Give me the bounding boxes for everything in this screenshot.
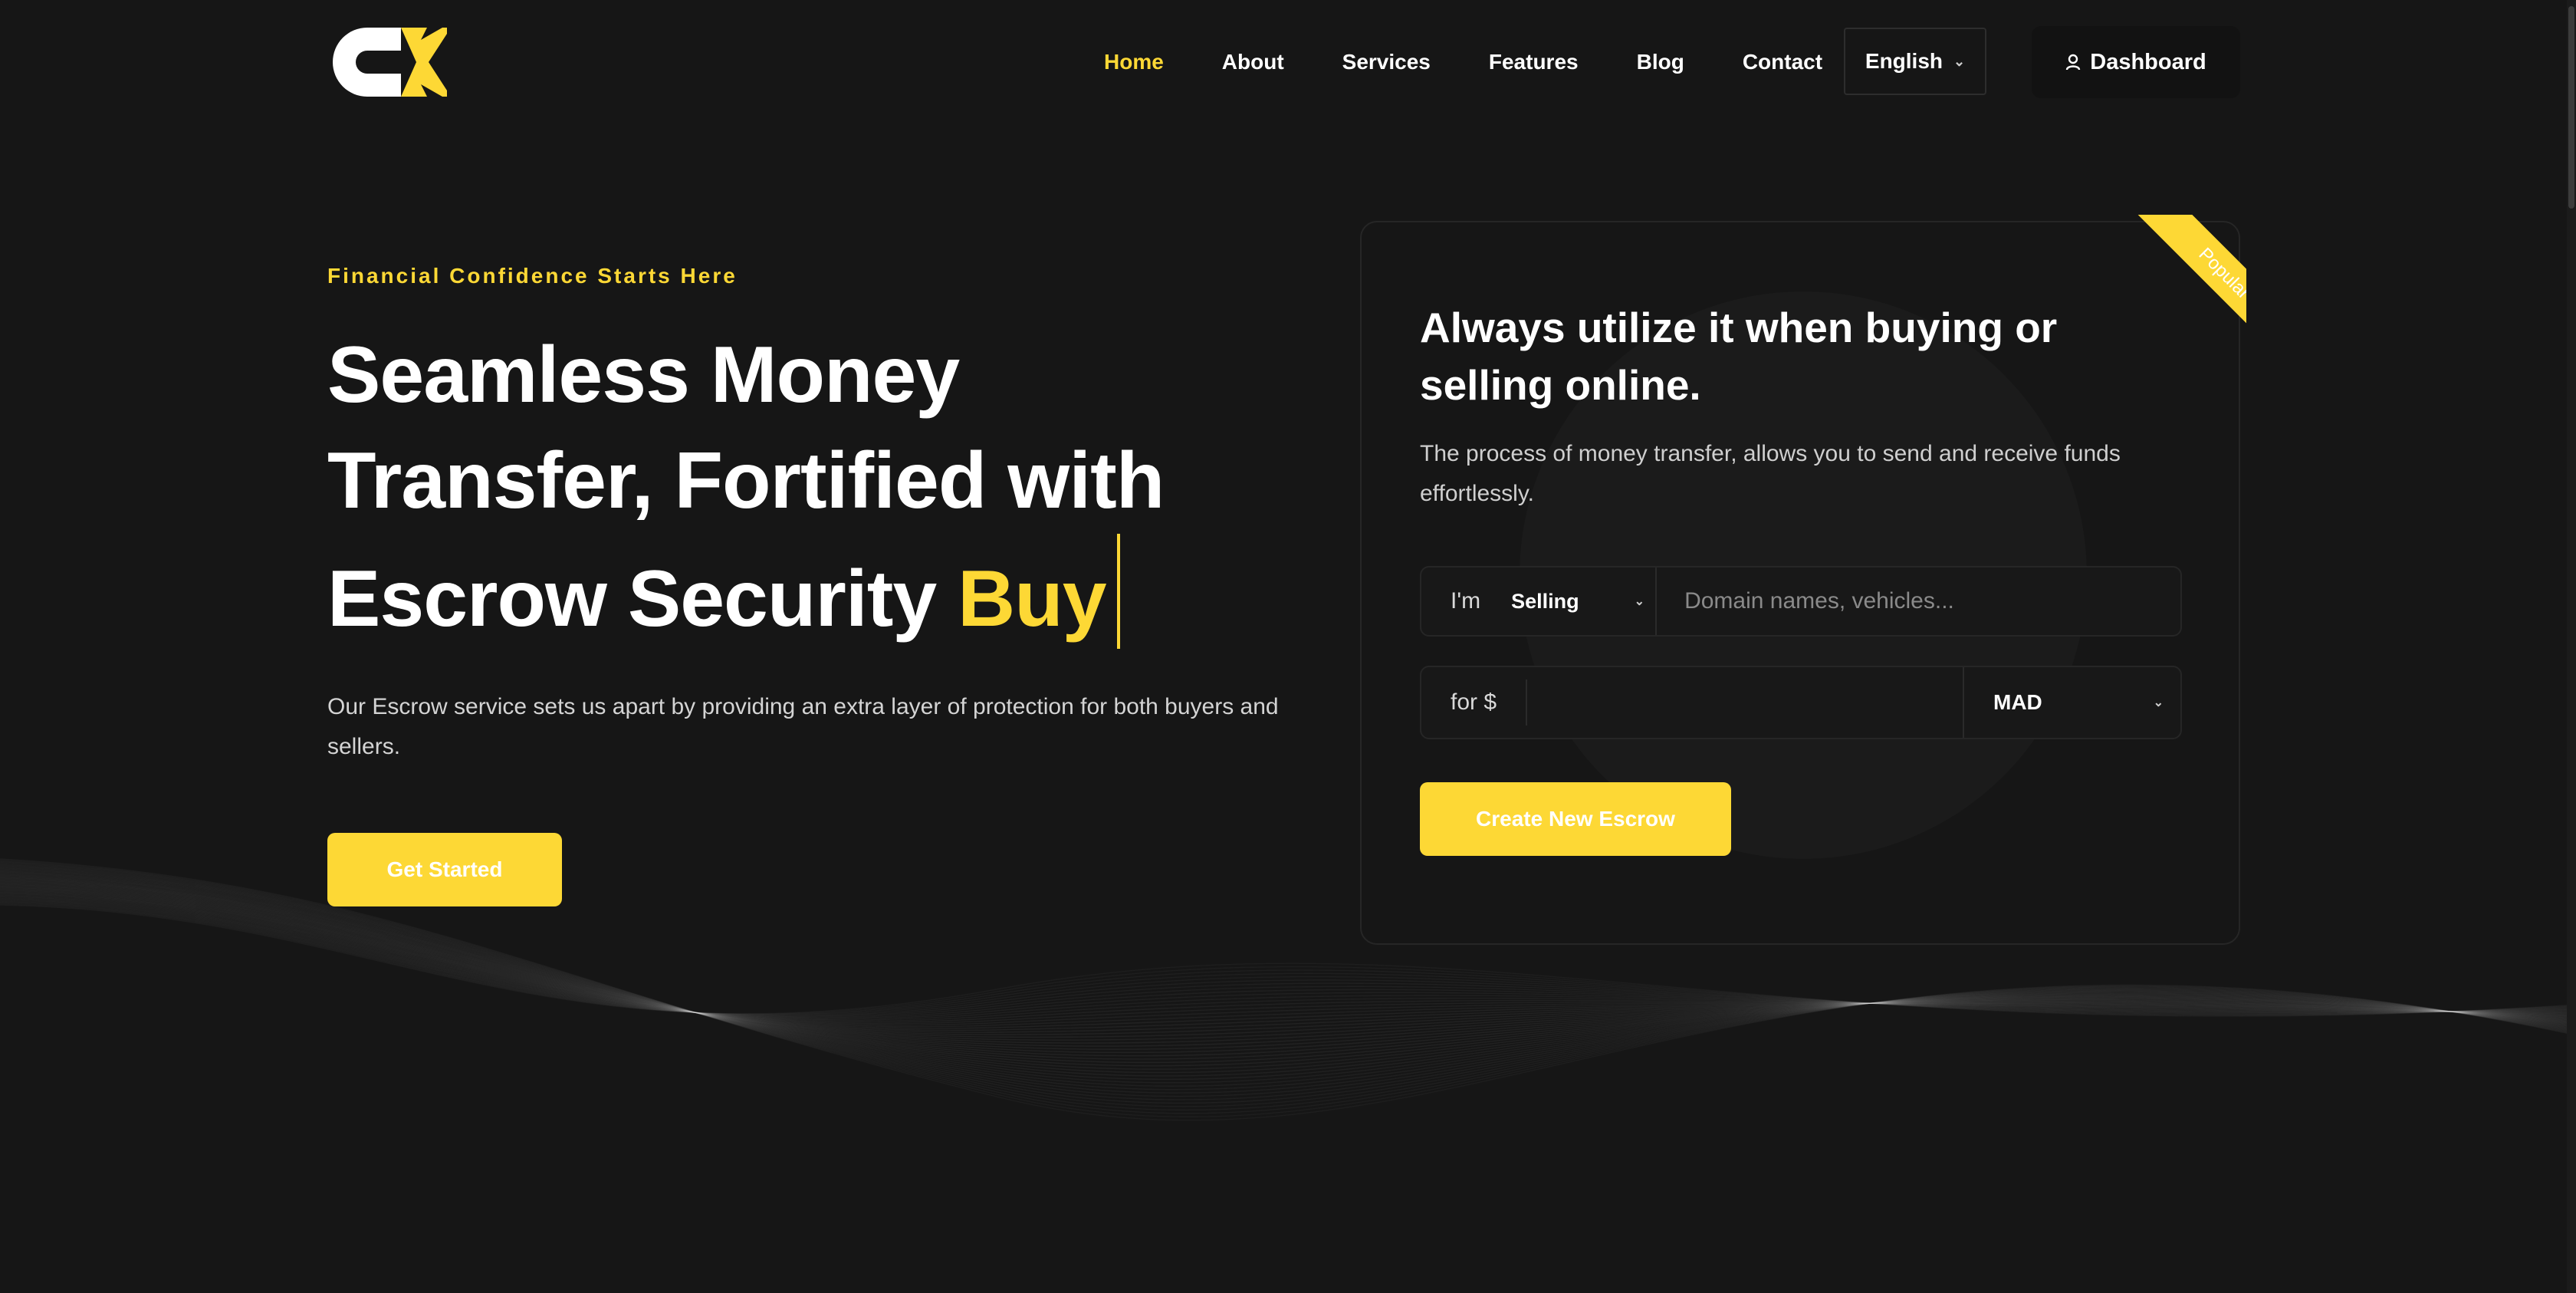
dashboard-label: Dashboard	[2090, 49, 2206, 74]
nav-features[interactable]: Features	[1489, 50, 1579, 74]
card-description: The process of money transfer, allows yo…	[1420, 441, 2121, 506]
amount-field-group: for $ MAD ⌄	[1420, 666, 2182, 739]
nav-contact[interactable]: Contact	[1743, 50, 1822, 74]
role-value: Selling	[1511, 589, 1579, 613]
card-title: Always utilize it when buying or selling…	[1420, 304, 2058, 409]
create-escrow-button[interactable]: Create New Escrow	[1420, 782, 1731, 856]
logo[interactable]	[327, 25, 447, 100]
nav-about[interactable]: About	[1222, 50, 1284, 74]
chevron-down-icon: ⌄	[2153, 696, 2164, 709]
chevron-down-icon: ⌄	[1634, 595, 1645, 608]
currency-value: MAD	[1993, 690, 2042, 714]
role-select[interactable]: Selling ⌄	[1480, 568, 1658, 635]
item-field-group: I'm Selling ⌄	[1420, 566, 2182, 637]
typing-caret	[1116, 534, 1120, 649]
hero-eyebrow: Financial Confidence Starts Here	[327, 264, 738, 288]
dashboard-button[interactable]: Dashboard	[2032, 26, 2240, 98]
chevron-down-icon: ⌄	[1953, 53, 1966, 69]
page: Home About Services Features Blog Contac…	[0, 0, 2576, 1293]
role-prefix: I'm	[1451, 588, 1481, 614]
user-icon	[2066, 54, 2081, 71]
amount-input[interactable]	[1526, 679, 1963, 725]
scrollbar[interactable]	[2567, 0, 2576, 1293]
hero-title-line-2: Transfer, Fortified with	[327, 436, 1165, 525]
hero-description: Our Escrow service sets us apart by prov…	[327, 694, 1279, 759]
currency-select[interactable]: MAD ⌄	[1963, 667, 2180, 738]
hero-title-line-3-text: Escrow Security	[327, 554, 937, 643]
get-started-button[interactable]: Get Started	[327, 833, 562, 906]
nav-services[interactable]: Services	[1342, 50, 1431, 74]
main-nav: Home About Services Features Blog Contac…	[1104, 28, 1881, 97]
language-label: English	[1865, 49, 1944, 73]
scrollbar-thumb[interactable]	[2568, 6, 2574, 209]
language-select[interactable]: English ⌄	[1844, 28, 1986, 95]
escrow-form-card: Popular Always utilize it when buying or…	[1360, 215, 2246, 945]
nav-blog[interactable]: Blog	[1637, 50, 1684, 74]
nav-home[interactable]: Home	[1104, 50, 1164, 74]
hero-title-line-1: Seamless Money	[327, 331, 960, 419]
typed-word: Buy	[958, 554, 1106, 643]
item-input[interactable]	[1657, 568, 2180, 635]
hero-title-line-3: Escrow Security Buy	[327, 534, 1324, 652]
hero-title: Seamless Money Transfer, Fortified with …	[327, 322, 1324, 652]
amount-prefix: for $	[1451, 689, 1497, 715]
